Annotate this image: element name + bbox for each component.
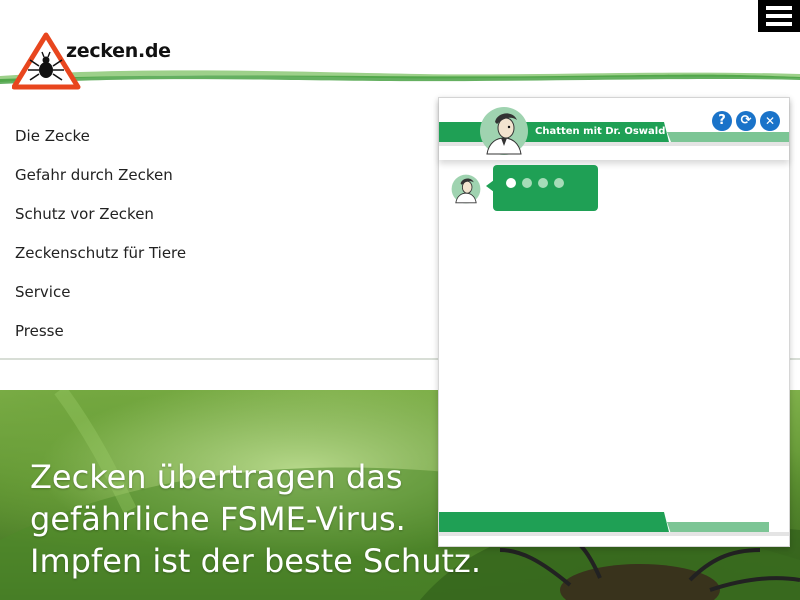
typing-dot <box>522 178 532 188</box>
refresh-icon[interactable]: ⟳ <box>736 111 756 131</box>
nav-item-die-zecke[interactable]: Die Zecke <box>15 127 90 145</box>
typing-dot <box>506 178 516 188</box>
nav-item-schutz[interactable]: Schutz vor Zecken <box>15 205 154 223</box>
header-wave-decoration <box>0 70 800 84</box>
hero-line-3: Impfen ist der beste Schutz. <box>30 542 481 580</box>
hamburger-menu-icon[interactable] <box>758 0 800 32</box>
close-icon[interactable]: ✕ <box>760 111 780 131</box>
chat-widget[interactable]: Chatten mit Dr. Oswald ? ⟳ ✕ <box>438 97 790 547</box>
typing-indicator-bubble <box>493 165 598 211</box>
typing-dot <box>554 178 564 188</box>
nav-item-presse[interactable]: Presse <box>15 322 64 340</box>
nav-item-gefahr[interactable]: Gefahr durch Zecken <box>15 166 173 184</box>
nav-item-tiere[interactable]: Zeckenschutz für Tiere <box>15 244 186 262</box>
hero-line-2: gefährliche FSME-Virus. <box>30 500 406 538</box>
doctor-avatar-icon <box>480 107 528 155</box>
chat-title: Chatten mit Dr. Oswald <box>535 126 666 137</box>
hero-line-1: Zecken übertragen das <box>30 458 403 496</box>
chat-footer-stripes <box>439 512 789 536</box>
help-icon[interactable]: ? <box>712 111 732 131</box>
site-header: zecken.de <box>0 0 800 90</box>
site-logo-text[interactable]: zecken.de <box>66 40 171 62</box>
typing-dot <box>538 178 548 188</box>
chat-header: Chatten mit Dr. Oswald ? ⟳ ✕ <box>439 98 789 160</box>
doctor-avatar-icon <box>451 174 481 204</box>
hero-headline: Zecken übertragen das gefährliche FSME-V… <box>30 456 481 582</box>
nav-item-service[interactable]: Service <box>15 283 70 301</box>
